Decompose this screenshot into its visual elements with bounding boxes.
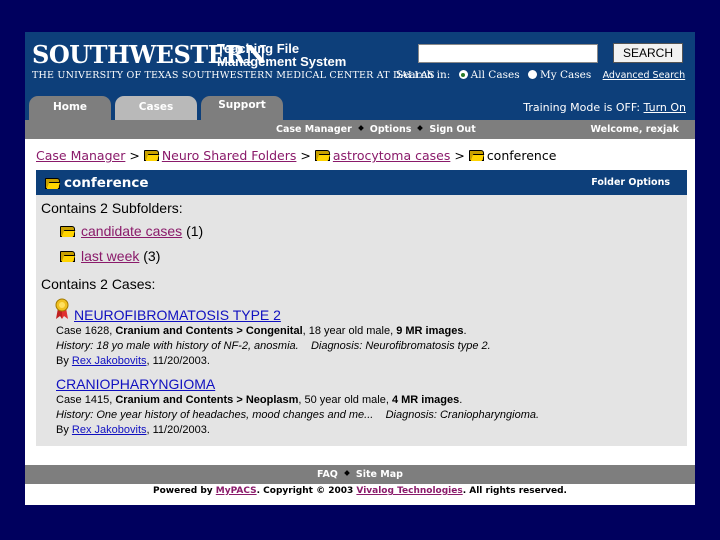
search-scope: Search in: All Cases My Cases Advanced S…	[396, 69, 685, 81]
subfolder-link-candidate-cases[interactable]: candidate cases	[81, 223, 182, 239]
my-cases-label[interactable]: My Cases	[540, 69, 591, 81]
folder-icon	[143, 150, 159, 161]
case-history-text: History: 18 yo male with history of NF-2…	[56, 340, 299, 352]
case-patient: , 50 year old male,	[298, 394, 389, 406]
turn-on-link[interactable]: Turn On	[644, 101, 686, 114]
nav-sign-out[interactable]: Sign Out	[429, 124, 475, 135]
all-cases-radio[interactable]	[458, 70, 468, 79]
subfolder-count: (1)	[186, 223, 204, 239]
search-button[interactable]: SEARCH	[613, 43, 683, 63]
mypacs-link[interactable]: MyPACS	[216, 486, 257, 496]
subfolder-link-last-week[interactable]: last week	[81, 248, 139, 264]
case-patient: , 18 year old male,	[302, 325, 394, 337]
breadcrumb-neuro-shared-folders[interactable]: Neuro Shared Folders	[162, 148, 297, 163]
breadcrumb-astrocytoma-cases[interactable]: astrocytoma cases	[333, 148, 450, 163]
folder-open-icon	[45, 178, 60, 189]
breadcrumb-separator: >	[454, 148, 465, 163]
folder-icon	[60, 226, 75, 237]
case-author: By Rex Jakobovits, 11/20/2003.	[56, 424, 210, 436]
system-title-line2: Management System	[217, 54, 347, 69]
case-number: Case 1415,	[56, 394, 113, 406]
system-title: Teaching File Management System	[217, 42, 346, 68]
breadcrumb-current: conference	[486, 148, 557, 163]
sub-navigation: Case Manager Options Sign Out Welcome, rex…	[25, 120, 695, 139]
cases-heading: Contains 2 Cases:	[41, 276, 156, 292]
nav-case-manager[interactable]: Case Manager	[276, 124, 352, 135]
case-by: By	[56, 355, 69, 367]
powered-by-label: Powered by	[153, 486, 213, 496]
folder-icon	[314, 150, 330, 161]
university-name: THE UNIVERSITY OF TEXAS SOUTHWESTERN MED…	[32, 70, 435, 81]
search-in-label: Search in:	[396, 69, 451, 81]
case-history: History: One year history of headaches, …	[56, 409, 539, 421]
browser-page: SOUTHWESTERN Teaching File Management Sy…	[25, 32, 695, 505]
footer-copyright: Powered by MyPACS. Copyright © 2003 Viva…	[25, 486, 695, 496]
ribbon-medal-center	[59, 302, 65, 308]
breadcrumb-separator: >	[129, 148, 140, 163]
all-cases-label[interactable]: All Cases	[471, 69, 520, 81]
advanced-search-link[interactable]: Advanced Search	[603, 70, 686, 81]
copyright-text: . Copyright © 2003	[256, 486, 354, 496]
subfolder-item: last week (3)	[60, 248, 160, 264]
faq-link[interactable]: FAQ	[317, 469, 338, 480]
author-link[interactable]: Rex Jakobovits	[72, 355, 147, 367]
folder-icon	[468, 150, 484, 161]
folder-options-link[interactable]: Folder Options	[591, 177, 670, 188]
breadcrumb: Case Manager > Neuro Shared Folders > astr…	[36, 148, 556, 163]
case-images: 4 MR images	[391, 394, 460, 406]
tab-cases[interactable]: Cases	[115, 96, 197, 120]
folder-icon	[60, 251, 75, 262]
case-summary: Case 1415, Cranium and Contents > Neopla…	[56, 394, 462, 406]
case-number: Case 1628,	[56, 325, 113, 337]
training-mode-text: Training Mode is OFF:	[523, 101, 641, 114]
separator-dot	[344, 470, 350, 476]
training-mode: Training Mode is OFF: Turn On	[523, 101, 686, 114]
search-input[interactable]	[418, 44, 598, 63]
subfolder-item: candidate cases (1)	[60, 223, 203, 239]
my-cases-radio[interactable]	[527, 70, 537, 79]
award-ribbon-icon	[55, 298, 69, 319]
author-link[interactable]: Rex Jakobovits	[72, 424, 147, 436]
folder-header: conference Folder Options	[36, 170, 687, 195]
case-images-suffix: .	[459, 394, 463, 406]
rights-text: . All rights reserved.	[462, 486, 567, 496]
case-diagnosis: Diagnosis: Neurofibromatosis type 2.	[310, 340, 491, 352]
case-diagnosis: Diagnosis: Craniopharyngioma.	[385, 409, 540, 421]
footer-nav: FAQ Site Map	[25, 465, 695, 484]
nav-options[interactable]: Options	[370, 124, 412, 135]
case-author: By Rex Jakobovits, 11/20/2003.	[56, 355, 210, 367]
case-date: , 11/20/2003.	[146, 424, 210, 436]
case-images-suffix: .	[463, 325, 467, 337]
welcome-user: Welcome, rexjak	[590, 124, 680, 135]
site-map-link[interactable]: Site Map	[356, 469, 403, 480]
breadcrumb-separator: >	[300, 148, 311, 163]
tab-home[interactable]: Home	[29, 96, 111, 120]
case-title-link[interactable]: CRANIOPHARYNGIOMA	[56, 376, 215, 392]
case-category: Cranium and Contents > Neoplasm	[115, 394, 299, 406]
folder-title: conference	[64, 175, 149, 191]
subfolders-heading: Contains 2 Subfolders:	[41, 200, 183, 216]
separator-dot	[357, 125, 364, 131]
site-header: SOUTHWESTERN Teaching File Management Sy…	[25, 32, 695, 120]
case-date: , 11/20/2003.	[146, 355, 210, 367]
subfolder-count: (3)	[143, 248, 161, 264]
case-history: History: 18 yo male with history of NF-2…	[56, 340, 491, 352]
tab-support[interactable]: Support	[201, 96, 283, 120]
case-category: Cranium and Contents > Congenital	[115, 325, 303, 337]
case-history-text: History: One year history of headaches, …	[56, 409, 374, 421]
case-title-link[interactable]: NEUROFIBROMATOSIS TYPE 2	[74, 307, 281, 323]
vivalog-link[interactable]: Vivalog Technologies	[356, 486, 462, 496]
separator-dot	[417, 125, 424, 131]
case-summary: Case 1628, Cranium and Contents > Congen…	[56, 325, 467, 337]
case-images: 9 MR images	[396, 325, 464, 337]
case-by: By	[56, 424, 69, 436]
breadcrumb-case-manager[interactable]: Case Manager	[36, 148, 125, 163]
